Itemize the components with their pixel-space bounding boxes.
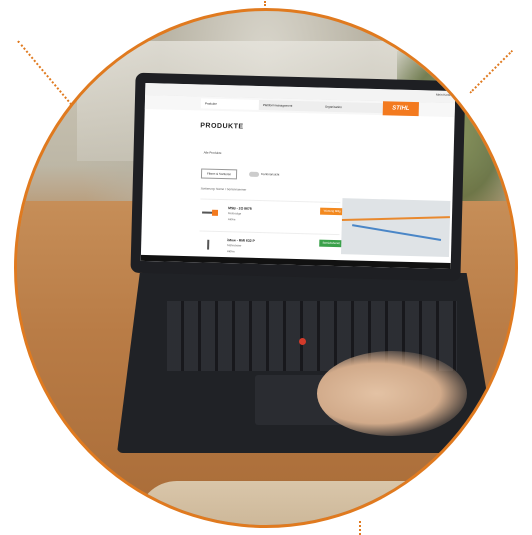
brand-logo: STIHL [382,101,420,117]
user-menu[interactable]: Mein Konto [436,93,451,97]
list-item[interactable]: MSB - 2O 8678 Motorsäge Aktive Wartung f… [199,198,345,234]
map-toggle-label: Kartenansicht [261,172,280,177]
sort-label: Sortierung: Name / Seriennummer [200,186,247,192]
map-toggle[interactable] [248,171,260,177]
robot-mower-icon [207,239,210,250]
row-status: Aktive [226,249,235,254]
hand [317,351,467,436]
laptop-screen: Mein Konto Produkte Plattformmanagement … [140,82,456,270]
row-name: iMow - RMI 632 P [227,238,255,243]
map-road [341,216,450,221]
map-river [352,224,442,242]
tab-plattformmanagement[interactable]: Plattformmanagement [258,99,323,112]
laptop-screen-frame: Mein Konto Produkte Plattformmanagement … [130,72,466,282]
map-panel[interactable] [340,198,451,257]
row-sub: Mähroboter [227,243,242,248]
tab-produkte[interactable]: Produkte [200,98,262,111]
row-status-button[interactable]: Betriebsbereit [319,239,344,248]
row-sub: Motorsäge [227,211,242,216]
row-status-button[interactable]: Wartung fällig [320,207,345,216]
photo-circle: Mein Konto Produkte Plattformmanagement … [14,8,518,528]
tab-organisation[interactable]: Organisation [320,101,383,114]
sleeve [137,481,457,525]
chainsaw-icon [202,209,219,216]
row-name: MSB - 2O 8678 [228,206,252,211]
filter-tab[interactable]: Alle Produkte [204,151,222,155]
scene: Mein Konto Produkte Plattformmanagement … [0,0,532,535]
page-title: PRODUKTE [200,122,244,131]
row-status: Aktive [227,217,236,222]
filter-button[interactable]: Filtern & Sortieren [200,168,238,180]
trackpoint [299,338,306,345]
